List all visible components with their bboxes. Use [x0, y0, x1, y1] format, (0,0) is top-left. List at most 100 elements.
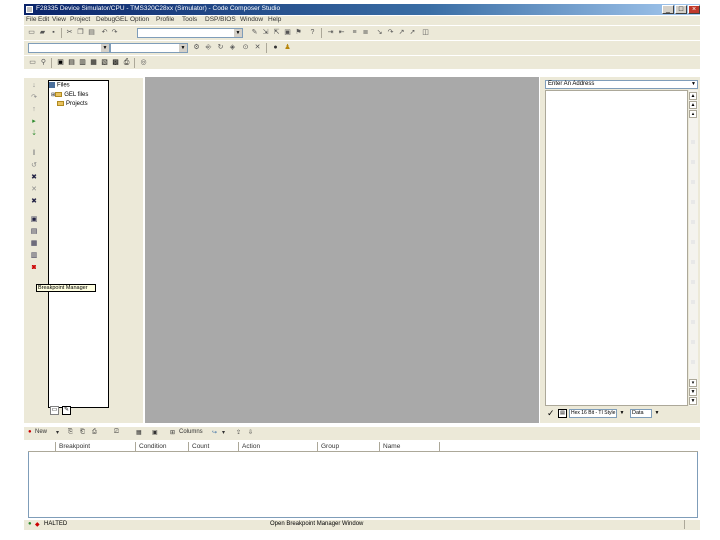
- step-over-icon[interactable]: ↷: [30, 94, 38, 102]
- tree-root[interactable]: Files: [49, 82, 70, 89]
- new-breakpoint-icon[interactable]: ●: [28, 429, 32, 435]
- view-options-icon[interactable]: ▦: [136, 429, 142, 436]
- stop-build-icon[interactable]: ◈: [228, 43, 237, 52]
- profile-icon[interactable]: ♟: [283, 43, 292, 52]
- menu-edit[interactable]: Edit: [38, 16, 49, 23]
- step-out-icon[interactable]: ↑: [30, 106, 38, 114]
- copy-icon[interactable]: ❐: [76, 28, 85, 37]
- run-to-icon[interactable]: ➚: [408, 28, 417, 37]
- view-disasm-icon[interactable]: ▤: [67, 58, 76, 67]
- new-dropdown-icon[interactable]: ▾: [56, 429, 59, 436]
- find-combo[interactable]: ▼: [137, 28, 243, 38]
- tab-file-view[interactable]: ▭: [50, 406, 59, 415]
- menu-dspbios[interactable]: DSP/BIOS: [205, 16, 236, 23]
- remove-bp-icon[interactable]: ✕: [253, 43, 262, 52]
- register-window-icon[interactable]: ▣: [30, 216, 38, 224]
- disable-bp-icon[interactable]: ⎗: [80, 429, 85, 436]
- run-to-cursor-icon[interactable]: ⇣: [30, 130, 38, 138]
- incremental-build-icon[interactable]: ⎆: [204, 43, 213, 52]
- find-in-files-icon[interactable]: ▣: [283, 28, 292, 37]
- format-select[interactable]: Hex 16 Bit - TI Style: [569, 409, 617, 418]
- column-header-check[interactable]: [28, 442, 56, 452]
- menu-file[interactable]: File: [26, 16, 36, 23]
- find-prev-icon[interactable]: ⇱: [272, 28, 281, 37]
- tree-item-gel[interactable]: ⊞ GEL files: [51, 92, 88, 98]
- undo-icon[interactable]: ↶: [100, 28, 109, 37]
- find-next-icon[interactable]: ⇲: [261, 28, 270, 37]
- memory-options-icon[interactable]: ▤: [558, 409, 567, 418]
- address-input[interactable]: Enter An Address ▼: [545, 80, 698, 89]
- halt-icon[interactable]: ‖: [30, 150, 38, 158]
- page-dropdown-icon[interactable]: ▼: [653, 409, 661, 418]
- indent-icon[interactable]: ⇥: [326, 28, 335, 37]
- step-into-icon[interactable]: ↓: [30, 82, 38, 90]
- redo-icon[interactable]: ↷: [110, 28, 119, 37]
- column-header-name[interactable]: Name: [380, 442, 440, 452]
- new-file-icon[interactable]: ▭: [27, 28, 36, 37]
- column-header-action[interactable]: Action: [239, 442, 318, 452]
- toggle-probe-icon[interactable]: ✖: [30, 198, 38, 206]
- step-out-icon[interactable]: ↗: [397, 28, 406, 37]
- comment-icon[interactable]: ≡: [350, 28, 359, 37]
- menu-gel[interactable]: GEL: [115, 16, 128, 23]
- print-icon[interactable]: ⎙: [122, 58, 131, 67]
- remove-bp-icon[interactable]: ⎙: [92, 429, 97, 436]
- step-over-icon[interactable]: ↷: [386, 28, 395, 37]
- find-icon[interactable]: ✎: [250, 28, 259, 37]
- column-header-group[interactable]: Group: [318, 442, 380, 452]
- scroll-page-down-icon[interactable]: ▼: [689, 388, 697, 396]
- memory-scrollbar[interactable]: ▲ ▲ ▴ ▾ ▼ ▼: [689, 90, 698, 406]
- view-mixed-icon[interactable]: ▥: [78, 58, 87, 67]
- checkmark-icon[interactable]: ✓: [547, 408, 555, 418]
- menu-profile[interactable]: Profile: [156, 16, 174, 23]
- menu-debug[interactable]: Debug: [96, 16, 115, 23]
- watch-icon[interactable]: ◫: [421, 28, 430, 37]
- tab-bookmarks[interactable]: ✎: [62, 406, 71, 415]
- page-select[interactable]: Data: [630, 409, 652, 418]
- scroll-top-icon[interactable]: ▲: [689, 92, 697, 100]
- remove-all-icon[interactable]: ⎚: [114, 429, 119, 436]
- bookmark-icon[interactable]: ⚑: [294, 28, 303, 37]
- watch-window-icon[interactable]: ▣: [56, 58, 65, 67]
- memory-window-icon[interactable]: ▭: [28, 58, 37, 67]
- scroll-page-up-icon[interactable]: ▲: [689, 101, 697, 109]
- view-image-icon[interactable]: ▩: [111, 58, 120, 67]
- compile-icon[interactable]: ⚙: [192, 43, 201, 52]
- cut-icon[interactable]: ✂: [65, 28, 74, 37]
- menu-view[interactable]: View: [52, 16, 66, 23]
- go-to-source-icon[interactable]: ↪: [212, 429, 217, 436]
- columns-button[interactable]: Columns: [179, 429, 203, 435]
- column-header-breakpoint[interactable]: Breakpoint: [56, 442, 136, 452]
- step-icon[interactable]: ↘: [375, 28, 384, 37]
- tree-item-projects[interactable]: Projects: [57, 101, 88, 107]
- menu-project[interactable]: Project: [70, 16, 90, 23]
- memory-view-icon[interactable]: ▤: [30, 228, 38, 236]
- format-dropdown-icon[interactable]: ▼: [618, 409, 626, 418]
- view-stack-icon[interactable]: ▦: [89, 58, 98, 67]
- rebuild-icon[interactable]: ↻: [216, 43, 225, 52]
- scroll-bottom-icon[interactable]: ▼: [689, 397, 697, 405]
- enable-bp-icon[interactable]: ⎘: [68, 429, 73, 436]
- close-button[interactable]: ×: [688, 5, 700, 14]
- refresh-icon[interactable]: ◎: [139, 58, 148, 67]
- save-icon[interactable]: ▪: [49, 28, 58, 37]
- watch-view-icon[interactable]: ▦: [30, 240, 38, 248]
- export-icon[interactable]: ⇩: [248, 429, 253, 436]
- project-select[interactable]: ▼: [28, 43, 110, 53]
- toggle-breakpoint-icon[interactable]: ✖: [30, 174, 38, 182]
- config-select[interactable]: ▼: [110, 43, 188, 53]
- paste-icon[interactable]: ▤: [87, 28, 96, 37]
- column-header-condition[interactable]: Condition: [136, 442, 189, 452]
- menu-option[interactable]: Option: [130, 16, 149, 23]
- menu-help[interactable]: Help: [268, 16, 281, 23]
- scroll-up-icon[interactable]: ▴: [689, 110, 697, 118]
- minimize-button[interactable]: _: [662, 5, 674, 14]
- open-folder-icon[interactable]: ▰: [38, 28, 47, 37]
- grid-icon[interactable]: ▣: [152, 429, 158, 436]
- view-graph-icon[interactable]: ▧: [100, 58, 109, 67]
- import-icon[interactable]: ⇪: [236, 429, 241, 436]
- breakpoint-manager-icon[interactable]: ◙: [30, 264, 38, 272]
- animate-icon[interactable]: ↺: [30, 162, 38, 170]
- maximize-button[interactable]: □: [675, 5, 687, 14]
- new-breakpoint-button[interactable]: New: [35, 429, 47, 435]
